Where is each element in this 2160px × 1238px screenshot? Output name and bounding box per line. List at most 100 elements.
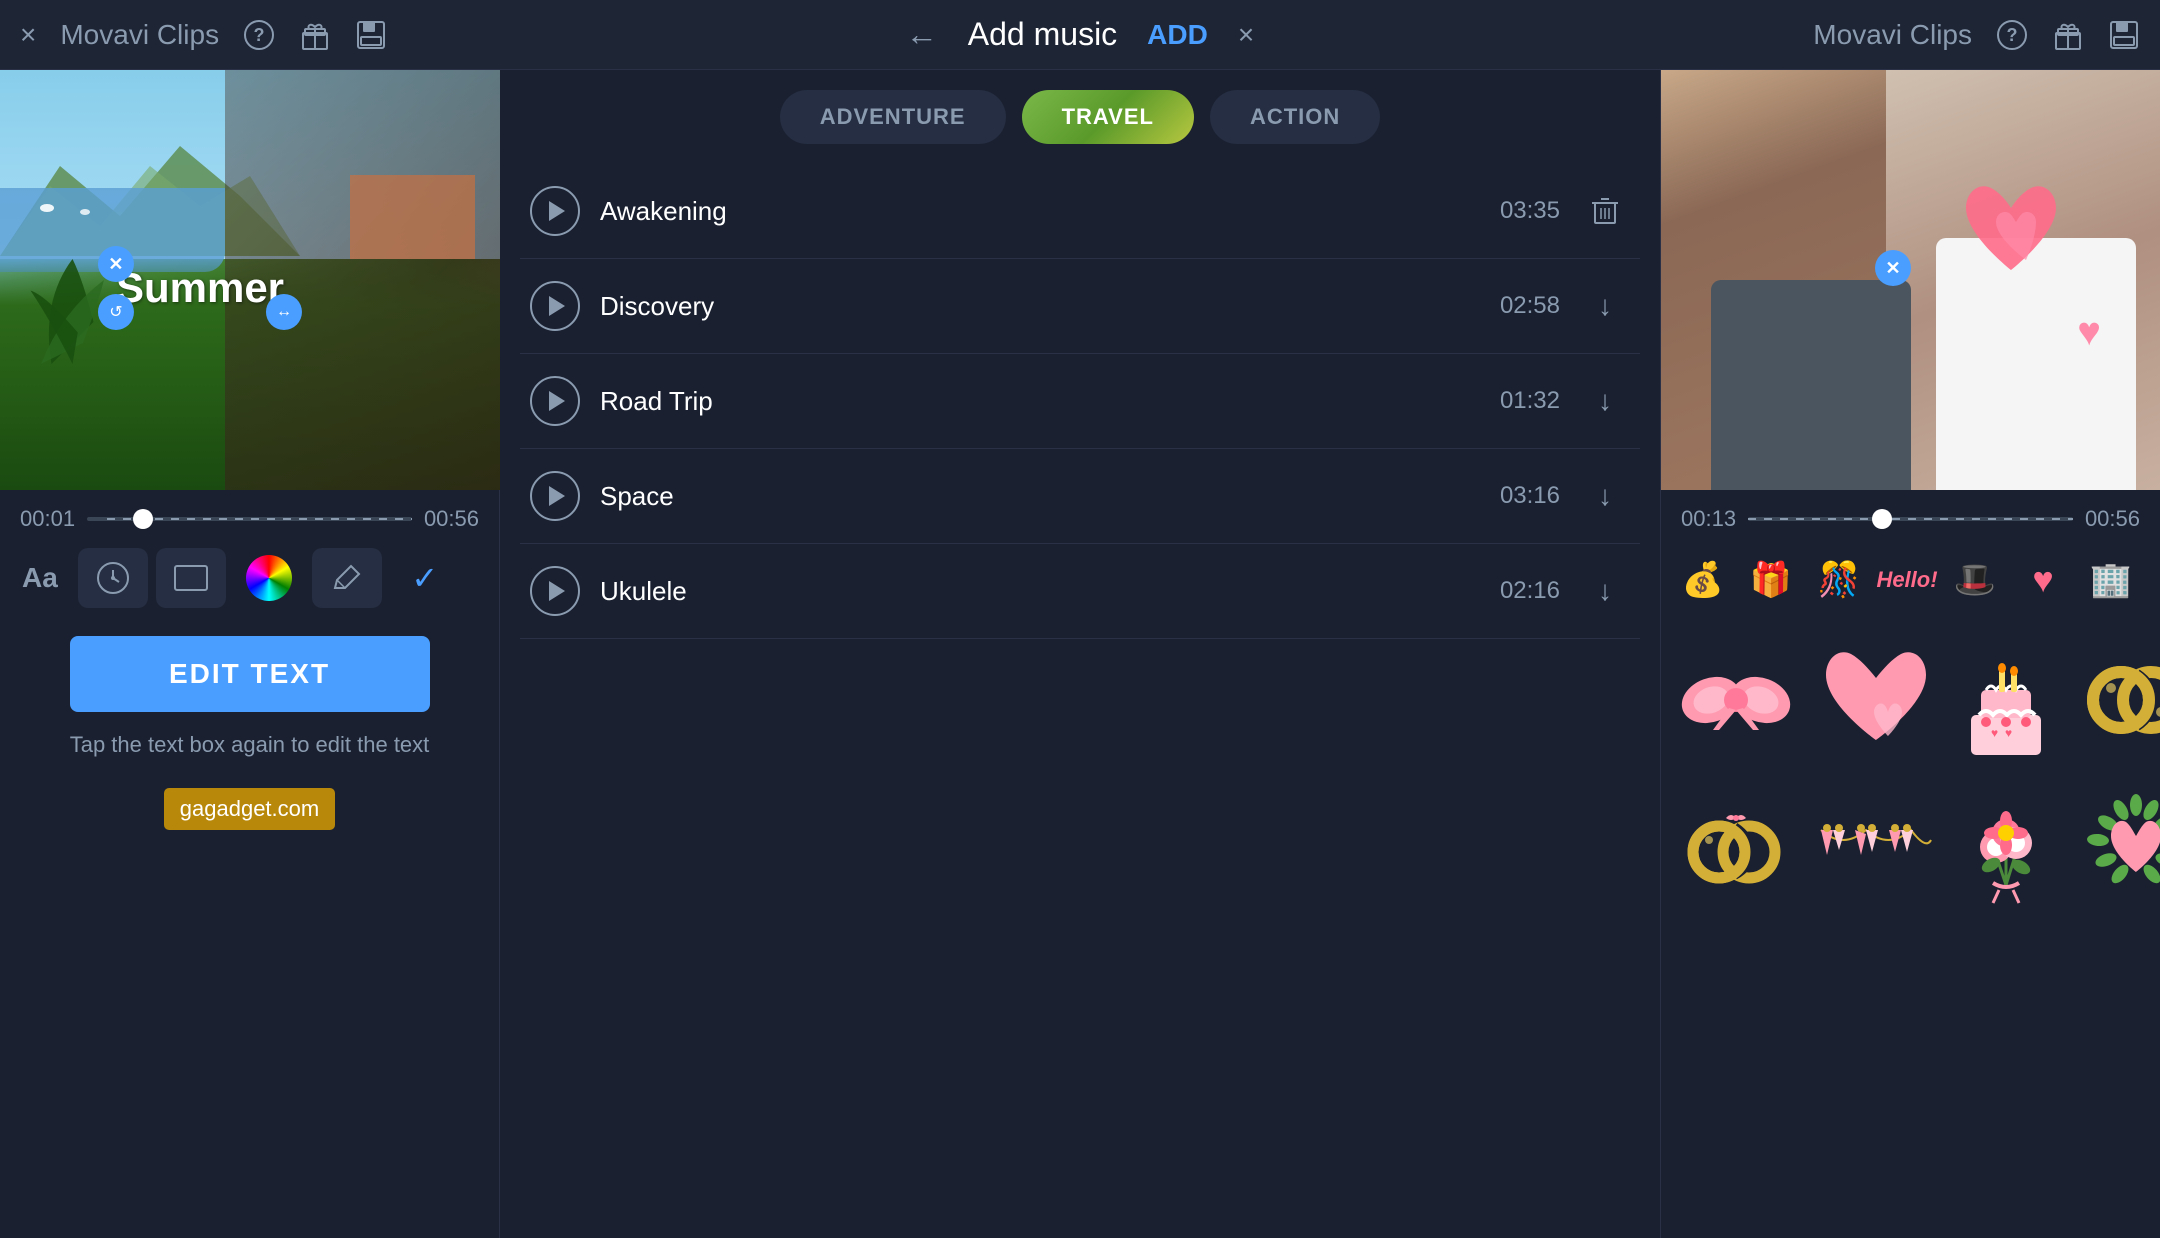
track-action-ukulele[interactable]: ↓ [1580, 575, 1630, 607]
pencil-tool[interactable] [312, 548, 382, 608]
track-duration-space: 03:16 [1480, 482, 1560, 510]
sticker-tool-hello[interactable]: Hello! [1875, 548, 1939, 612]
tab-adventure[interactable]: ADVENTURE [780, 90, 1006, 144]
sticker-tool-glasses[interactable]: 🕶️ [2147, 548, 2160, 612]
heart-sticker-overlay[interactable]: ✕ ↺ ↔ [1951, 170, 2071, 295]
top-bar-center: ← Add music ADD × [520, 16, 1640, 53]
shirt-gray [1711, 280, 1911, 490]
trash-icon-awakening [1590, 195, 1620, 227]
timeline-scrubber-left[interactable] [133, 509, 153, 529]
track-action-awakening[interactable] [1580, 195, 1630, 227]
clock-tool[interactable] [78, 548, 148, 608]
font-button[interactable]: Aa [10, 554, 70, 602]
timeline-left: 00:01 00:56 [0, 490, 499, 540]
sticker-cell-rings[interactable] [2071, 630, 2160, 770]
sticker-tool-hat[interactable]: 🎩 [1943, 548, 2007, 612]
wreath-heart-sticker-svg [2076, 790, 2160, 910]
add-music-button[interactable]: ADD [1147, 19, 1208, 51]
sticker-cell-wreath-heart[interactable] [2071, 780, 2160, 920]
bouquet-sticker-svg [1951, 785, 2061, 915]
gift-button-left[interactable] [299, 19, 331, 51]
summer-text: Summer [116, 264, 284, 311]
save-button-left[interactable] [355, 19, 387, 51]
text-close-handle[interactable]: ✕ [98, 246, 134, 282]
sticker-cell-bouquet[interactable] [1951, 780, 2061, 920]
question-icon-left: ? [243, 19, 275, 51]
edit-text-button[interactable]: EDIT TEXT [70, 636, 430, 712]
download-icon-space: ↓ [1598, 480, 1612, 512]
track-duration-discovery: 02:58 [1480, 292, 1560, 320]
timeline-track-left[interactable] [87, 517, 412, 521]
play-button-roadtrip[interactable] [530, 376, 580, 426]
play-triangle-space [549, 486, 565, 506]
play-button-space[interactable] [530, 471, 580, 521]
play-triangle-roadtrip [549, 391, 565, 411]
small-heart-sticker: ♥ [2077, 310, 2101, 355]
track-action-space[interactable]: ↓ [1580, 480, 1630, 512]
svg-text:♥: ♥ [2005, 726, 2012, 740]
timeline-track-right[interactable] [1748, 517, 2073, 521]
track-action-roadtrip[interactable]: ↓ [1580, 385, 1630, 417]
track-action-discovery[interactable]: ↓ [1580, 290, 1630, 322]
sticker-tool-confetti[interactable]: 🎊 [1807, 548, 1871, 612]
edit-text-section: EDIT TEXT Tap the text box again to edit… [0, 616, 499, 778]
center-panel: ADVENTURE TRAVEL ACTION Awakening 03:35 [500, 70, 1660, 1238]
save-button-right[interactable] [2108, 19, 2140, 51]
tab-action[interactable]: ACTION [1210, 90, 1380, 144]
music-item-ukulele: Ukulele 02:16 ↓ [520, 544, 1640, 639]
rings-sticker-svg [2071, 650, 2160, 750]
frame-tool[interactable] [156, 548, 226, 608]
save-icon-right [2108, 19, 2140, 51]
download-icon-roadtrip: ↓ [1598, 385, 1612, 417]
frame-icon [173, 564, 209, 592]
timeline-end-left: 00:56 [424, 506, 479, 532]
close-button-left[interactable]: × [20, 19, 36, 51]
track-name-awakening: Awakening [600, 196, 1460, 227]
sticker-tool-money[interactable]: 💰 [1671, 548, 1735, 612]
music-item-space: Space 03:16 ↓ [520, 449, 1640, 544]
play-triangle-ukulele [549, 581, 565, 601]
track-duration-ukulele: 02:16 [1480, 577, 1560, 605]
play-triangle-discovery [549, 296, 565, 316]
music-item-discovery: Discovery 02:58 ↓ [520, 259, 1640, 354]
gift-button-right[interactable] [2052, 19, 2084, 51]
play-button-ukulele[interactable] [530, 566, 580, 616]
track-name-discovery: Discovery [600, 291, 1460, 322]
play-button-awakening[interactable] [530, 186, 580, 236]
sticker-tool-building[interactable]: 🏢 [2079, 548, 2143, 612]
sticker-cell-rings2[interactable] [1671, 780, 1801, 920]
rings2-sticker-svg [1671, 800, 1801, 900]
text-rotate-handle[interactable]: ↺ [98, 294, 134, 330]
help-button-left[interactable]: ? [243, 19, 275, 51]
help-button-right[interactable]: ? [1996, 19, 2028, 51]
section-title: Add music [968, 16, 1117, 53]
gift-icon-right [2052, 19, 2084, 51]
sticker-cell-bow[interactable] [1671, 630, 1801, 770]
text-resize-handle[interactable]: ↔ [266, 294, 302, 330]
timeline-end-right: 00:56 [2085, 506, 2140, 532]
sticker-cell-heart[interactable] [1811, 630, 1941, 770]
sticker-cell-banner[interactable] [1811, 780, 1941, 920]
track-name-space: Space [600, 481, 1460, 512]
heart-grid-sticker-svg [1816, 640, 1936, 760]
hint-text: Tap the text box again to edit the text [70, 732, 430, 758]
music-tabs: ADVENTURE TRAVEL ACTION [500, 70, 1660, 154]
sticker-cell-cake[interactable]: ♥ ♥ [1951, 630, 2061, 770]
download-icon-discovery: ↓ [1598, 290, 1612, 322]
stickers-toolbar: 💰 🎁 🎊 Hello! 🎩 ♥ 🏢 🕶️ 👍 😊 ✓ [1661, 540, 2160, 620]
gift-icon-left [299, 19, 331, 51]
tab-travel[interactable]: TRAVEL [1022, 90, 1194, 144]
timeline-scrubber-right[interactable] [1872, 509, 1892, 529]
sticker-grid: ♥ ♥ [1661, 620, 2160, 1238]
sticker-tool-gift[interactable]: 🎁 [1739, 548, 1803, 612]
back-button[interactable]: ← [906, 16, 938, 53]
sticker-tool-heart[interactable]: ♥ [2011, 548, 2075, 612]
sticker-close-handle[interactable]: ✕ [1875, 250, 1911, 286]
question-icon-right: ? [1996, 19, 2028, 51]
track-name-roadtrip: Road Trip [600, 386, 1460, 417]
colors-tool[interactable] [234, 548, 304, 608]
close-button-center[interactable]: × [1238, 19, 1254, 51]
text-overlay[interactable]: ✕ Summer ↺ ↔ [116, 264, 284, 312]
play-button-discovery[interactable] [530, 281, 580, 331]
confirm-button-left[interactable]: ✓ [390, 548, 460, 608]
